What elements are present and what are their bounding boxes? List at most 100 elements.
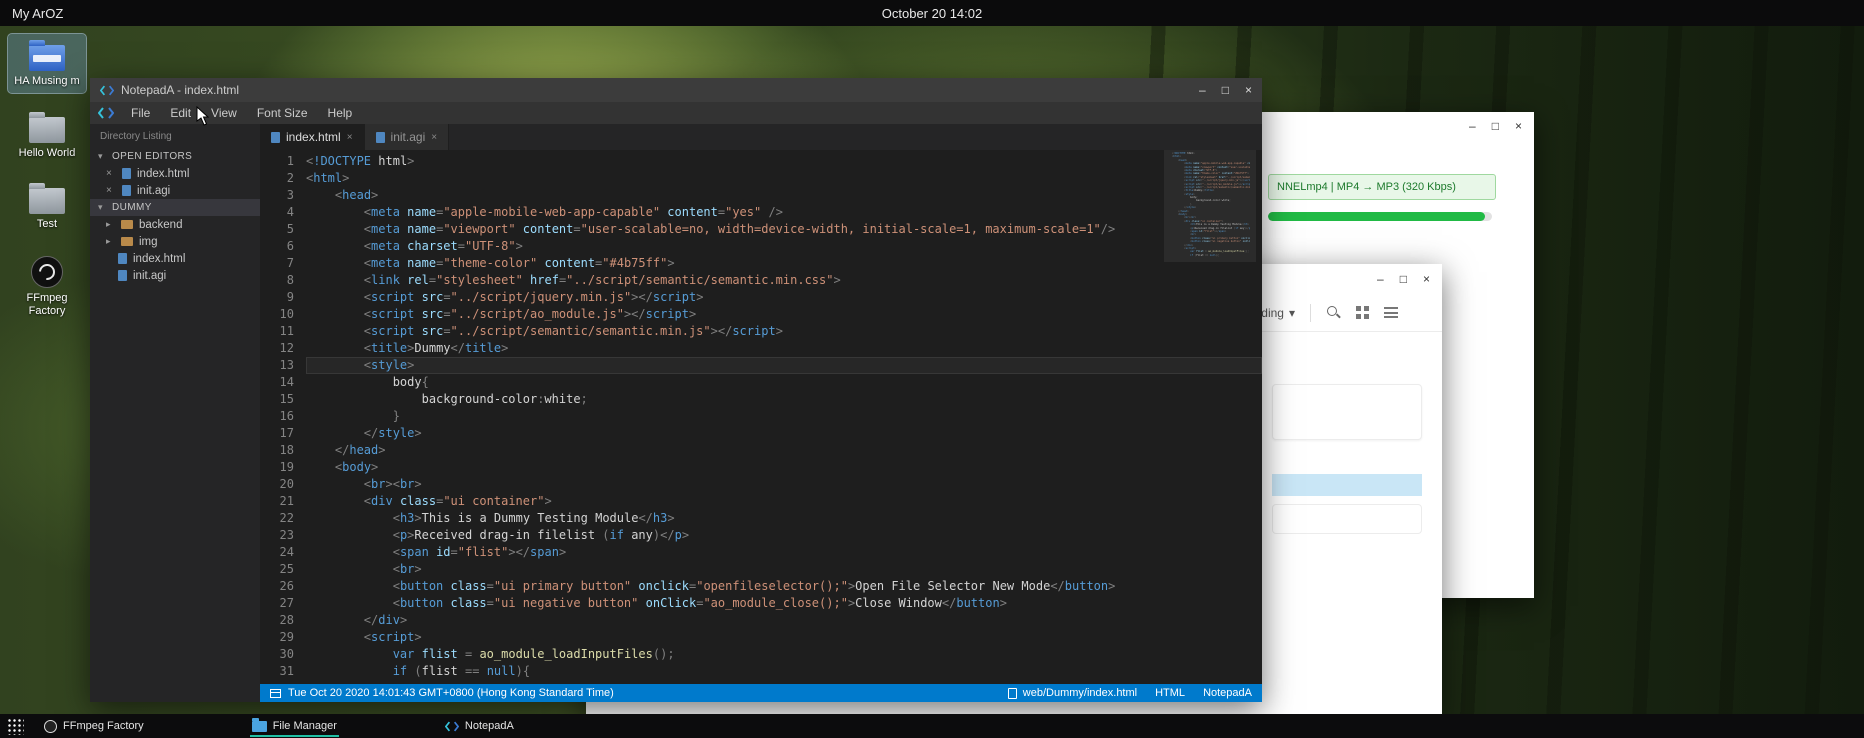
code-line[interactable]: <style> bbox=[306, 357, 1262, 374]
minimize-button[interactable]: – bbox=[1469, 120, 1476, 132]
tree-item-init.agi[interactable]: init.agi bbox=[90, 267, 260, 284]
project-folder-section[interactable]: ▾DUMMY bbox=[90, 199, 260, 216]
explorer-header: Directory Listing bbox=[90, 124, 260, 148]
line-number: 4 bbox=[260, 204, 294, 221]
tree-item-img[interactable]: ▸img bbox=[90, 233, 260, 250]
open-editor-item[interactable]: ×init.agi bbox=[90, 182, 260, 199]
code-line[interactable]: var flist = ao_module_loadInputFiles(); bbox=[306, 646, 1262, 663]
menu-file[interactable]: File bbox=[122, 104, 159, 122]
tab-init.agi[interactable]: init.agi× bbox=[365, 124, 450, 150]
task-ffmpeg-factory[interactable]: FFmpeg Factory bbox=[34, 714, 154, 738]
code-line[interactable]: <body> bbox=[306, 459, 1262, 476]
line-number: 18 bbox=[260, 442, 294, 459]
desktop-icon-1[interactable]: HA Musing m bbox=[8, 34, 86, 93]
folder-icon bbox=[121, 220, 133, 229]
task-notepada[interactable]: NotepadA bbox=[435, 714, 524, 738]
close-button[interactable]: × bbox=[1515, 120, 1522, 132]
code-line[interactable]: </div> bbox=[306, 612, 1262, 629]
code-line[interactable]: <title>Dummy</title> bbox=[306, 340, 1262, 357]
maximize-button[interactable]: □ bbox=[1400, 273, 1407, 285]
code-line[interactable]: </style> bbox=[306, 425, 1262, 442]
code-line[interactable]: } bbox=[306, 408, 1262, 425]
minimize-button[interactable]: – bbox=[1199, 84, 1206, 96]
code-line[interactable]: <script src="../script/jquery.min.js"></… bbox=[306, 289, 1262, 306]
line-numbers: 1234567891011121314151617181920212223242… bbox=[260, 150, 306, 684]
close-button[interactable]: × bbox=[1245, 84, 1252, 96]
menu-edit[interactable]: Edit bbox=[161, 104, 200, 122]
code-line[interactable]: <h3>This is a Dummy Testing Module</h3> bbox=[306, 510, 1262, 527]
code-line[interactable]: background-color:white; bbox=[306, 391, 1262, 408]
code-line[interactable]: <!DOCTYPE html> bbox=[306, 153, 1262, 170]
open-editor-item[interactable]: ×index.html bbox=[90, 165, 260, 182]
line-number: 13 bbox=[260, 357, 294, 374]
code-line[interactable]: <script> bbox=[306, 629, 1262, 646]
menu-font-size[interactable]: Font Size bbox=[248, 104, 317, 122]
close-icon[interactable]: × bbox=[106, 168, 116, 179]
ffmpeg-icon bbox=[44, 720, 57, 733]
close-icon[interactable]: × bbox=[431, 132, 437, 143]
file-name: index.html bbox=[133, 253, 185, 265]
close-icon[interactable]: × bbox=[106, 185, 116, 196]
code-lines[interactable]: <!DOCTYPE html><html> <head> <meta name=… bbox=[306, 150, 1262, 684]
ffmpeg-app-icon bbox=[31, 256, 63, 288]
notepad-editor: index.html×init.agi× 1234567891011121314… bbox=[260, 124, 1262, 702]
code-line[interactable]: body{ bbox=[306, 374, 1262, 391]
status-language[interactable]: HTML bbox=[1155, 687, 1185, 699]
code-line[interactable]: <head> bbox=[306, 187, 1262, 204]
maximize-button[interactable]: □ bbox=[1492, 120, 1499, 132]
code-line[interactable]: <meta name="viewport" content="user-scal… bbox=[306, 221, 1262, 238]
code-line[interactable]: if (flist == null){ bbox=[306, 663, 1262, 680]
line-number: 30 bbox=[260, 646, 294, 663]
task-label: FFmpeg Factory bbox=[63, 720, 144, 732]
line-number: 21 bbox=[260, 493, 294, 510]
open-editors-section[interactable]: ▾OPEN EDITORS bbox=[90, 148, 260, 165]
code-line[interactable]: <button class="ui negative button" onCli… bbox=[306, 595, 1262, 612]
list-view-icon[interactable] bbox=[1384, 307, 1398, 318]
topbar: My ArOZ October 20 14:02 bbox=[0, 0, 1864, 26]
search-icon[interactable] bbox=[1326, 305, 1341, 320]
code-line[interactable]: <script src="../script/ao_module.js"></s… bbox=[306, 306, 1262, 323]
folder-icon bbox=[121, 237, 133, 246]
desktop-icon-4[interactable]: FFmpeg Factory bbox=[8, 249, 86, 322]
tree-item-index.html[interactable]: index.html bbox=[90, 250, 260, 267]
maximize-button[interactable]: □ bbox=[1222, 84, 1229, 96]
code-line[interactable]: <div class="ui container"> bbox=[306, 493, 1262, 510]
tab-index.html[interactable]: index.html× bbox=[260, 124, 365, 150]
close-button[interactable]: × bbox=[1423, 273, 1430, 285]
desktop-icon-3[interactable]: Test bbox=[8, 177, 86, 236]
code-area[interactable]: 1234567891011121314151617181920212223242… bbox=[260, 150, 1262, 684]
line-number: 23 bbox=[260, 527, 294, 544]
code-line[interactable]: <br> bbox=[306, 561, 1262, 578]
tree-item-backend[interactable]: ▸backend bbox=[90, 216, 260, 233]
code-line[interactable]: </head> bbox=[306, 442, 1262, 459]
menu-help[interactable]: Help bbox=[319, 104, 362, 122]
section-label: OPEN EDITORS bbox=[112, 151, 192, 162]
minimap[interactable]: <!DOCTYPE html><html> <head> <meta name=… bbox=[1172, 152, 1250, 257]
code-line[interactable]: <meta name="apple-mobile-web-app-capable… bbox=[306, 204, 1262, 221]
notepad-statusbar: Tue Oct 20 2020 14:01:43 GMT+0800 (Hong … bbox=[260, 684, 1262, 702]
code-line[interactable]: <html> bbox=[306, 170, 1262, 187]
app-launcher-icon[interactable] bbox=[7, 718, 24, 735]
selected-file-row[interactable] bbox=[1272, 474, 1422, 496]
aroz-menu-button[interactable]: My ArOZ bbox=[12, 6, 63, 21]
minimize-button[interactable]: – bbox=[1377, 273, 1384, 285]
close-icon[interactable]: × bbox=[347, 132, 353, 143]
task-file-manager[interactable]: File Manager bbox=[242, 714, 347, 738]
code-line[interactable]: <br><br> bbox=[306, 476, 1262, 493]
notepada-titlebar[interactable]: NotepadA - index.html – □ × bbox=[90, 78, 1262, 102]
code-line[interactable]: <button class="ui primary button" onclic… bbox=[306, 578, 1262, 595]
code-line[interactable]: <link rel="stylesheet" href="../script/s… bbox=[306, 272, 1262, 289]
editor-tabs: index.html×init.agi× bbox=[260, 124, 1262, 150]
file-tile[interactable] bbox=[1272, 384, 1422, 440]
code-line[interactable]: <span id="flist"></span> bbox=[306, 544, 1262, 561]
code-line[interactable]: <script src="../script/semantic/semantic… bbox=[306, 323, 1262, 340]
code-line[interactable]: <meta name="theme-color" content="#4b75f… bbox=[306, 255, 1262, 272]
grid-view-icon[interactable] bbox=[1356, 306, 1369, 319]
line-number: 24 bbox=[260, 544, 294, 561]
notepada-icon bbox=[445, 721, 459, 732]
desktop-icon-2[interactable]: Hello World bbox=[8, 106, 86, 165]
code-line[interactable]: <meta charset="UTF-8"> bbox=[306, 238, 1262, 255]
file-tile[interactable] bbox=[1272, 504, 1422, 534]
notepada-window: NotepadA - index.html – □ × FileEditView… bbox=[90, 78, 1262, 702]
code-line[interactable]: <p>Received drag-in filelist (if any)</p… bbox=[306, 527, 1262, 544]
